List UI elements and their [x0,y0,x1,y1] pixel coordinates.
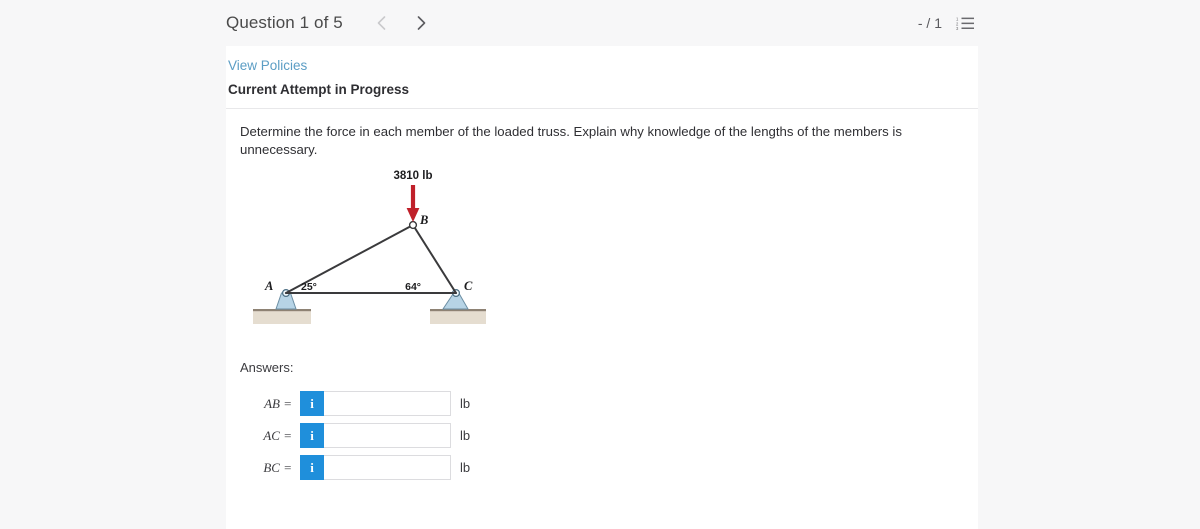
answer-label-bc: BC = [263,459,292,475]
joint-label-c: C [464,279,473,293]
view-policies-link[interactable]: View Policies [228,56,307,76]
load-value-label: 3810 lb [394,170,433,182]
score-display: - / 1 [917,15,942,31]
angle-label-c: 64° [405,281,421,293]
ordered-list-icon[interactable]: 1 2 3 [956,16,974,31]
truss-diagram-svg: 3810 lb B A C 25° 64° [253,170,486,324]
unit-label-ab: lb [460,396,471,411]
answer-input-ac[interactable] [324,423,451,448]
chevron-left-icon [378,16,386,30]
next-question-button[interactable] [409,10,435,36]
question-prompt-text: Determine the force in each member of th… [240,124,902,157]
answer-row-ab: AB = i lb [240,391,978,416]
unit-label-ac: lb [460,428,471,443]
angle-label-a: 25° [301,281,317,293]
ground-support-a [253,309,311,324]
loaded-truss-figure: 3810 lb B A C 25° 64° [240,166,496,342]
question-header-bar: Question 1 of 5 - / 1 1 2 3 [226,0,978,46]
ground-support-c [430,309,486,324]
answer-rows-list: AB = i lb AC = i lb BC = i lb [240,391,978,480]
policies-block: View Policies Current Attempt in Progres… [226,46,978,100]
answer-label-ab: AB = [264,395,292,411]
info-button-ac[interactable]: i [300,423,324,448]
joint-label-b: B [419,213,428,227]
answers-heading: Answers: [240,360,294,375]
chevron-right-icon [418,16,426,30]
question-body: Determine the force in each member of th… [226,109,978,480]
joint-b-pin [408,220,418,230]
attempt-status-text: Current Attempt in Progress [228,82,410,97]
answer-label-ac: AC = [263,427,292,443]
load-arrow [406,185,420,222]
answer-input-bc[interactable] [324,455,451,480]
answers-section: Answers: AB = i lb AC = i lb BC = i lb [240,360,978,480]
answer-input-ab[interactable] [324,391,451,416]
previous-question-button[interactable] [369,10,395,36]
answer-row-bc: BC = i lb [240,455,978,480]
unit-label-bc: lb [460,460,471,475]
joint-label-a: A [264,279,273,293]
info-button-ab[interactable]: i [300,391,324,416]
question-counter: Question 1 of 5 [226,13,343,32]
answer-row-ac: AC = i lb [240,423,978,448]
question-content-card: View Policies Current Attempt in Progres… [226,46,978,529]
header-right-group: - / 1 1 2 3 [918,15,978,31]
info-button-bc[interactable]: i [300,455,324,480]
svg-text:3: 3 [956,26,959,31]
